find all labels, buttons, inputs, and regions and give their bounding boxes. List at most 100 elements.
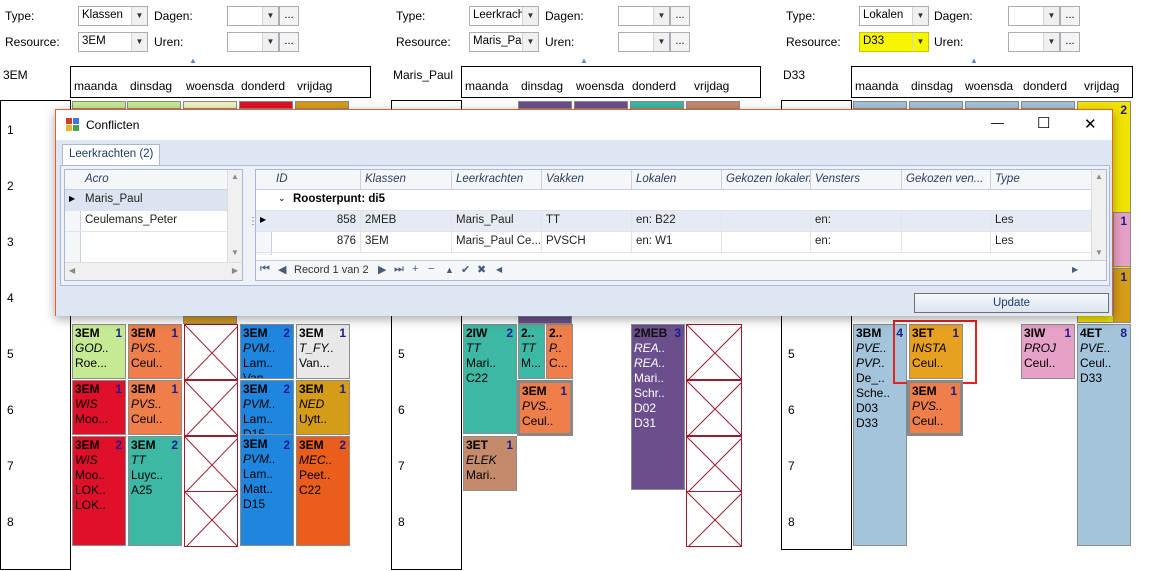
dagen-ellipsis-button[interactable]: ... — [1060, 6, 1080, 26]
prev-record-icon[interactable]: ◀ — [278, 263, 286, 276]
dialog-titlebar[interactable]: Conflicten — ☐ ✕ — [56, 110, 1112, 140]
dagen-ellipsis-button[interactable]: ... — [670, 6, 690, 26]
lesson-block[interactable]: 2MEB 3 REA.. REA.. Mari.. Schr.. D02 D31 — [631, 324, 685, 490]
last-record-icon[interactable]: ⏭ — [394, 263, 404, 276]
update-button[interactable]: Update — [914, 293, 1109, 313]
lesson-block[interactable]: 3EM 1 PVS.. Ceul.. — [128, 324, 182, 379]
lesson-block[interactable]: 3EM 1 NED Uytt.. — [296, 380, 350, 435]
close-button[interactable]: ✕ — [1084, 115, 1097, 133]
dagen-select[interactable]: ▼ — [227, 6, 279, 26]
lesson-block[interactable] — [518, 316, 572, 324]
lesson-block[interactable] — [909, 101, 963, 109]
resource-select[interactable]: 3EM ▼ — [78, 32, 148, 52]
lesson-block[interactable]: 3IW 1 PROJ Ceul.. — [1021, 324, 1075, 379]
dagen-ellipsis-button[interactable]: ... — [279, 6, 299, 26]
uren-select[interactable]: ▼ — [618, 32, 670, 52]
lesson-block[interactable] — [574, 101, 628, 109]
lesson-block[interactable] — [127, 101, 181, 109]
column-header-type[interactable]: Type — [991, 170, 1092, 190]
uren-ellipsis-button[interactable]: ... — [279, 32, 299, 52]
scroll-down-icon[interactable]: ▼ — [1095, 248, 1103, 257]
splitter-grip-icon[interactable]: ▲ — [189, 56, 197, 65]
edit-record-icon[interactable]: ▲ — [445, 265, 454, 275]
lesson-block[interactable]: 3ET 1 ELEK Mari.. — [463, 436, 517, 491]
scroll-left-icon[interactable]: ◀ — [496, 265, 502, 274]
lesson-block[interactable] — [183, 101, 237, 109]
resource-select[interactable]: D33 ▼ — [859, 32, 929, 52]
lesson-block[interactable] — [630, 101, 684, 109]
delete-record-icon[interactable]: − — [428, 263, 434, 275]
column-header-vakken[interactable]: Vakken — [542, 170, 632, 190]
first-record-icon[interactable]: ⏮ — [260, 263, 270, 276]
column-header-klassen[interactable]: Klassen — [361, 170, 452, 190]
table-row[interactable]: Ceulemans_Peter — [65, 211, 228, 232]
save-record-icon[interactable]: ✔ — [461, 263, 470, 276]
lesson-block[interactable]: 1 — [1113, 212, 1131, 267]
cancel-record-icon[interactable]: ✖ — [477, 263, 486, 276]
uren-select[interactable]: ▼ — [227, 32, 279, 52]
vertical-scrollbar[interactable]: ▲ ▼ — [227, 170, 242, 262]
column-header-id[interactable]: ID — [272, 170, 361, 190]
lesson-block[interactable]: 4ET 8 PVE.. Ceul.. D33 — [1077, 324, 1131, 546]
lesson-block[interactable]: 3EM 2 MEC.. Peet.. C22 — [296, 436, 350, 546]
lesson-block[interactable] — [965, 101, 1019, 109]
type-select[interactable]: Klassen ▼ — [78, 6, 148, 26]
column-header-lokalen[interactable]: Lokalen — [632, 170, 722, 190]
uren-ellipsis-button[interactable]: ... — [1060, 32, 1080, 52]
column-header-vensters[interactable]: Vensters — [811, 170, 902, 190]
type-select[interactable]: Leerkrachten ▼ — [469, 6, 539, 26]
lesson-block[interactable]: 3EM 1 PVS.. Ceul.. — [517, 380, 573, 436]
add-record-icon[interactable]: + — [412, 263, 418, 275]
next-record-icon[interactable]: ▶ — [378, 263, 386, 276]
vertical-scrollbar[interactable]: ▲ ▼ — [1091, 170, 1106, 262]
column-header-gekozen-lokalen[interactable]: Gekozen lokalen — [722, 170, 811, 190]
scroll-right-icon[interactable]: ▶ — [232, 266, 238, 275]
lesson-block[interactable]: 3EM 2 PVM.. Lam.. D15 — [240, 380, 294, 435]
lesson-block[interactable]: 3EM 2 WIS Moo.. LOK.. LOK.. — [72, 436, 126, 546]
lesson-block[interactable]: 2IW 2 TT Mari.. C22 — [463, 324, 517, 434]
lesson-block[interactable] — [518, 101, 572, 109]
lesson-block[interactable] — [183, 316, 237, 324]
splitter-grip-icon[interactable]: ▲ — [970, 56, 978, 65]
lesson-block[interactable]: 3EM 1 PVS.. Ceul.. — [907, 380, 963, 436]
lesson-block[interactable] — [686, 101, 740, 109]
dagen-select[interactable]: ▼ — [618, 6, 670, 26]
lesson-block[interactable]: 3EM 2 TT Luyc.. A25 — [128, 436, 182, 546]
table-row[interactable]: 876 3EM Maris_Paul Ce... PVSCH en: W1 en… — [256, 232, 1092, 253]
tab-leerkrachten[interactable]: Leerkrachten (2) — [62, 144, 161, 166]
lesson-block[interactable]: 2.. P.. C... — [546, 324, 573, 379]
collapse-icon[interactable]: ⌄ — [278, 193, 286, 204]
lesson-block[interactable]: 2.. TT M... — [518, 324, 545, 379]
column-header-acro[interactable]: Acro — [81, 170, 228, 190]
dagen-select[interactable]: ▼ — [1008, 6, 1060, 26]
table-row[interactable]: ▶ Maris_Paul — [65, 190, 228, 211]
lesson-block[interactable]: 3EM 1 GOD.. Roe... — [72, 324, 126, 379]
group-row[interactable]: ⌄ Roosterpunt: di5 — [256, 190, 1092, 211]
scroll-left-icon[interactable]: ◀ — [69, 266, 75, 275]
lesson-block[interactable] — [239, 101, 293, 109]
uren-ellipsis-button[interactable]: ... — [670, 32, 690, 52]
maximize-button[interactable]: ☐ — [1037, 114, 1050, 132]
splitter-grip-icon[interactable]: ▲ — [580, 56, 588, 65]
minimize-button[interactable]: — — [991, 115, 1004, 130]
scroll-up-icon[interactable]: ▲ — [1095, 172, 1103, 181]
scroll-down-icon[interactable]: ▼ — [231, 248, 239, 257]
resource-select[interactable]: Maris_Paul ▼ — [469, 32, 539, 52]
lesson-block[interactable]: 3EM 1 WIS Moo... — [72, 380, 126, 435]
lesson-block[interactable]: 1 — [1113, 268, 1131, 323]
lesson-block[interactable] — [72, 101, 126, 109]
lesson-block[interactable] — [853, 101, 907, 109]
lesson-block[interactable]: 3EM 2 PVM.. Lam.. Van_.. — [240, 324, 294, 379]
column-header-gekozen-vensters[interactable]: Gekozen ven... — [902, 170, 991, 190]
horizontal-scrollbar[interactable]: ◀ ▶ — [65, 262, 242, 280]
scroll-up-icon[interactable]: ▲ — [231, 172, 239, 181]
lesson-block[interactable]: 3EM 1 T_FY.. Van... — [296, 324, 350, 379]
type-select[interactable]: Lokalen ▼ — [859, 6, 929, 26]
lesson-block[interactable]: 3EM 1 PVS.. Ceul.. — [128, 380, 182, 435]
scroll-right-icon[interactable]: ▶ — [1072, 265, 1078, 274]
uren-select[interactable]: ▼ — [1008, 32, 1060, 52]
lesson-block[interactable] — [295, 101, 349, 109]
table-row[interactable]: ▶ 858 2MEB Maris_Paul TT en: B22 en: Les — [256, 211, 1092, 232]
column-header-leerkrachten[interactable]: Leerkrachten — [452, 170, 542, 190]
lesson-block[interactable] — [1021, 101, 1075, 109]
